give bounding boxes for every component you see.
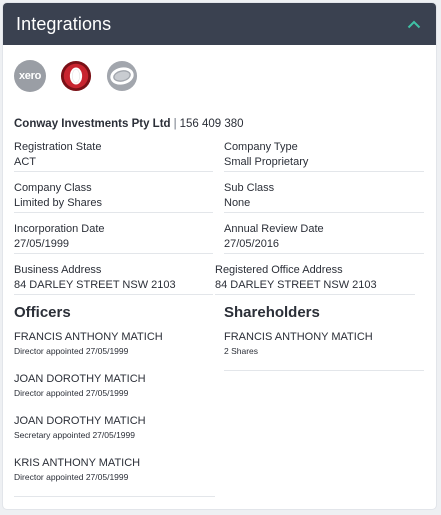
divider [224, 253, 424, 254]
field-value: 84 DARLEY STREET NSW 2103 [215, 279, 377, 291]
xero-logo-text: xero [18, 70, 42, 82]
company-number: 156 409 380 [179, 118, 244, 130]
shareholder-shares: 2 Shares [224, 346, 259, 356]
divider [224, 171, 424, 172]
field-label: Incorporation Date [14, 223, 105, 235]
sub-class-field: Sub Class None [224, 181, 274, 211]
shareholder-name: FRANCIS ANTHONY MATICH [224, 331, 373, 343]
officers-divider [14, 496, 215, 497]
field-value: None [224, 197, 251, 209]
registration-state-field: Registration State ACT [14, 140, 101, 170]
officer-item[interactable]: JOAN DOROTHY MATICH Director appointed 2… [14, 373, 146, 398]
divider [14, 171, 213, 172]
field-value: Small Proprietary [224, 156, 309, 168]
company-type-field: Company Type Small Proprietary [224, 140, 308, 170]
officer-name: FRANCIS ANTHONY MATICH [14, 331, 163, 343]
incorporation-date-field: Incorporation Date 27/05/1999 [14, 222, 105, 252]
field-label: Annual Review Date [224, 223, 324, 235]
divider [14, 253, 213, 254]
registered-office-address-field: Registered Office Address 84 DARLEY STRE… [215, 263, 377, 293]
business-address-field: Business Address 84 DARLEY STREET NSW 21… [14, 263, 176, 293]
officer-name: JOAN DOROTHY MATICH [14, 373, 146, 385]
field-value: 27/05/2016 [224, 238, 280, 250]
officer-name: JOAN DOROTHY MATICH [14, 415, 146, 427]
field-value: Limited by Shares [14, 197, 103, 209]
divider [224, 212, 424, 213]
divider [215, 294, 415, 295]
field-label: Sub Class [224, 182, 275, 194]
officer-role: Secretary appointed 27/05/1999 [14, 430, 135, 440]
officer-role: Director appointed 27/05/1999 [14, 346, 129, 356]
company-separator: | [173, 118, 177, 130]
officer-name: KRIS ANTHONY MATICH [14, 457, 141, 469]
shareholder-item[interactable]: FRANCIS ANTHONY MATICH 2 Shares [224, 331, 373, 356]
xero-logo-icon[interactable]: xero [14, 60, 46, 92]
panel-header[interactable]: Integrations [3, 3, 436, 45]
red-ring-logo-icon[interactable] [60, 60, 92, 92]
integrations-panel: Integrations xero Conway Investments Pty… [3, 3, 436, 509]
shareholders-title: Shareholders [224, 304, 320, 321]
officer-role: Director appointed 27/05/1999 [14, 388, 129, 398]
officer-item[interactable]: FRANCIS ANTHONY MATICH Director appointe… [14, 331, 163, 356]
field-value: 27/05/1999 [14, 238, 70, 250]
field-label: Registration State [14, 141, 102, 153]
divider [14, 294, 213, 295]
field-label: Business Address [14, 264, 102, 276]
company-name: Conway Investments Pty Ltd [14, 118, 171, 130]
chevron-up-icon[interactable] [404, 14, 424, 34]
grey-ring-logo-icon[interactable] [106, 60, 138, 92]
field-label: Company Type [224, 141, 298, 153]
company-class-field: Company Class Limited by Shares [14, 181, 102, 211]
field-label: Registered Office Address [215, 264, 343, 276]
officers-title: Officers [14, 304, 71, 321]
officer-item[interactable]: JOAN DOROTHY MATICH Secretary appointed … [14, 415, 146, 440]
panel-title: Integrations [16, 13, 112, 34]
officer-role: Director appointed 27/05/1999 [14, 472, 129, 482]
integration-logos: xero [14, 60, 138, 92]
field-value: 84 DARLEY STREET NSW 2103 [14, 279, 176, 291]
company-summary: Conway Investments Pty Ltd | 156 409 380 [14, 118, 244, 130]
annual-review-date-field: Annual Review Date 27/05/2016 [224, 222, 324, 252]
divider [14, 212, 213, 213]
field-label: Company Class [14, 182, 92, 194]
field-value: ACT [14, 156, 36, 168]
shareholders-divider [224, 370, 424, 371]
officer-item[interactable]: KRIS ANTHONY MATICH Director appointed 2… [14, 457, 140, 482]
